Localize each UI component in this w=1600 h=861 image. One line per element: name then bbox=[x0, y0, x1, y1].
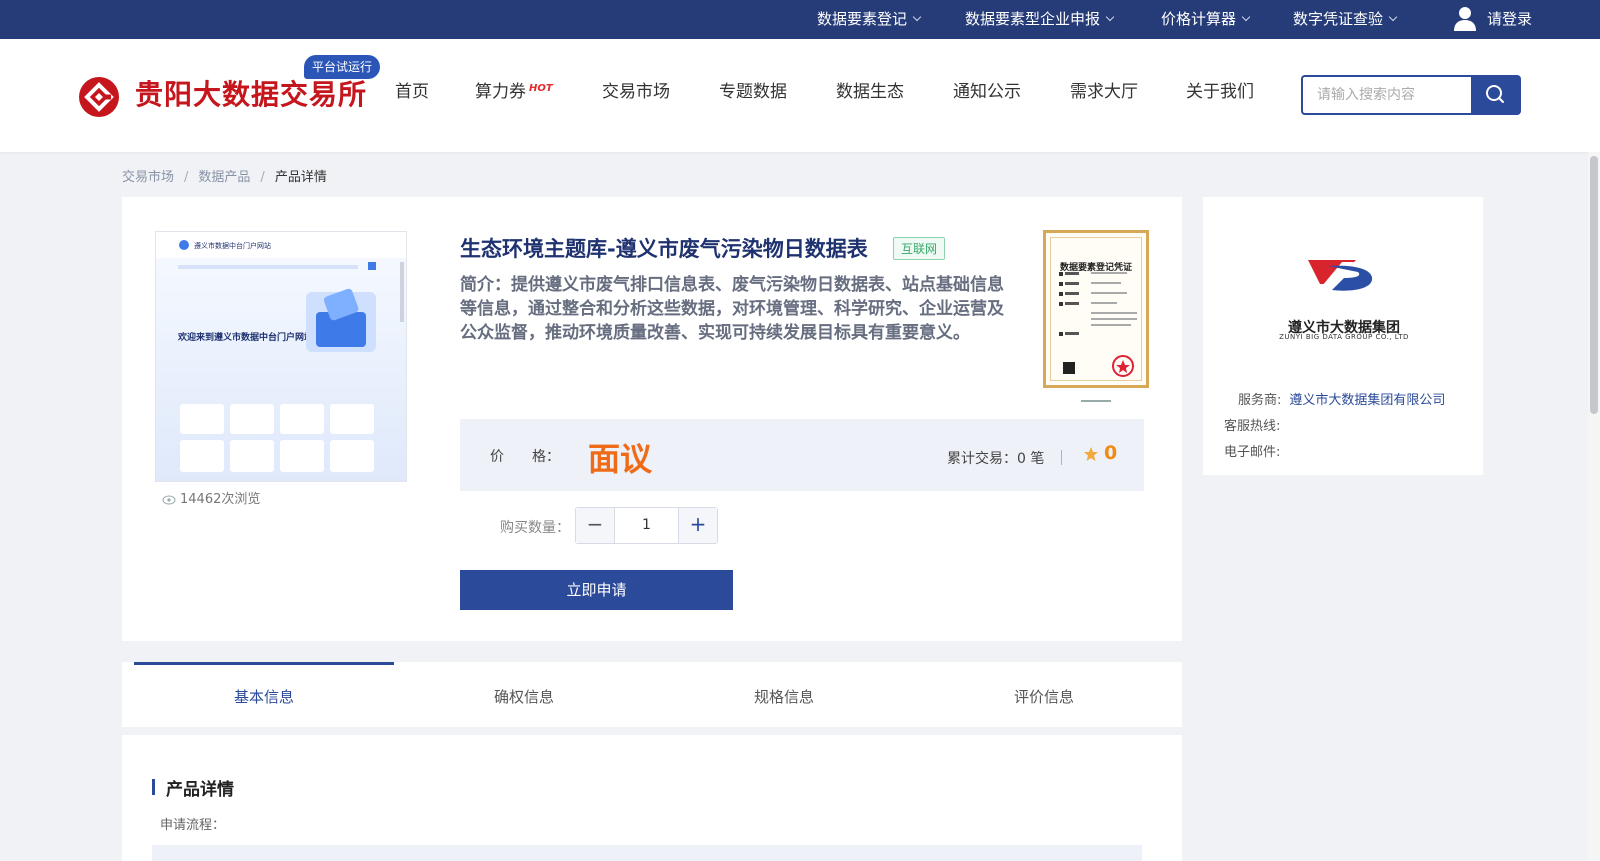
apply-button[interactable]: 立即申请 bbox=[460, 570, 733, 610]
divider bbox=[1061, 450, 1062, 465]
tab-review-info[interactable]: 评价信息 bbox=[914, 662, 1174, 727]
apply-flow-label: 申请流程： bbox=[160, 818, 226, 833]
email-label: 电子邮件: bbox=[1224, 445, 1281, 460]
breadcrumb-data-products[interactable]: 数据产品 bbox=[198, 170, 250, 185]
star-icon bbox=[1084, 447, 1098, 461]
hot-badge: HOT bbox=[529, 83, 553, 94]
chevron-down-icon bbox=[1241, 12, 1251, 22]
search-icon bbox=[1486, 85, 1504, 103]
chevron-down-icon bbox=[1388, 12, 1398, 22]
certificate-title: 数据要素登记凭证 bbox=[1059, 263, 1132, 273]
breadcrumb: 交易市场 / 数据产品 / 产品详情 bbox=[122, 170, 327, 185]
quantity-value[interactable]: 1 bbox=[616, 508, 677, 543]
apply-flow-panel bbox=[152, 845, 1142, 861]
rating-value: 0 bbox=[1104, 442, 1118, 464]
nav-topic-data[interactable]: 专题数据 bbox=[719, 77, 787, 102]
service-provider-row: 服务商: 遵义市大数据集团有限公司 bbox=[1238, 393, 1446, 408]
product-intro: 简介：提供遵义市废气排口信息表、废气污染物日数据表、站点基础信息等信息，通过整合… bbox=[460, 275, 1004, 343]
search-button[interactable] bbox=[1471, 75, 1521, 115]
product-preview-image: 遵义市数据中台门户网站 欢迎来到遵义市数据中台门户网站 bbox=[156, 232, 406, 472]
category-tag: 互联网 bbox=[893, 237, 946, 260]
nav-ecosystem[interactable]: 数据生态 bbox=[836, 77, 904, 102]
tab-spec-info[interactable]: 规格信息 bbox=[654, 662, 914, 727]
quantity-stepper[interactable]: − 1 + bbox=[575, 507, 718, 544]
trade-count: 累计交易：0 笔 bbox=[947, 451, 1045, 467]
preview-banner-text: 欢迎来到遵义市数据中台门户网站 bbox=[177, 331, 313, 343]
trial-badge: 平台试运行 bbox=[304, 55, 381, 79]
preview-header-text: 遵义市数据中台门户网站 bbox=[194, 241, 271, 250]
site-header: 贵阳大数据交易所 平台试运行 首页 算力券 HOT 交易市场 专题数据 数据生态 … bbox=[0, 39, 1600, 152]
nav-about[interactable]: 关于我们 bbox=[1186, 77, 1254, 102]
search-input[interactable] bbox=[1301, 75, 1471, 115]
top-bar: 数据要素登记 数据要素型企业申报 价格计算器 数字凭证查验 请登录 bbox=[0, 0, 1600, 39]
exchange-logo-icon[interactable] bbox=[78, 76, 120, 118]
product-thumbnail[interactable]: 遵义市数据中台门户网站 欢迎来到遵义市数据中台门户网站 bbox=[155, 231, 407, 482]
topbar-price-calculator[interactable]: 价格计算器 bbox=[1161, 0, 1251, 39]
hotline-label: 客服热线: bbox=[1224, 419, 1281, 434]
tab-ownership-info[interactable]: 确权信息 bbox=[394, 662, 654, 727]
product-detail-section bbox=[122, 735, 1182, 861]
quantity-label: 购买数量： bbox=[500, 520, 570, 536]
topbar-enterprise-declare[interactable]: 数据要素型企业申报 bbox=[965, 0, 1115, 39]
breadcrumb-current: 产品详情 bbox=[274, 170, 327, 185]
page-scrollbar[interactable] bbox=[1588, 152, 1600, 861]
chevron-down-icon bbox=[912, 12, 922, 22]
price-value: 面议 bbox=[588, 440, 653, 478]
breadcrumb-market[interactable]: 交易市场 bbox=[122, 170, 174, 185]
login-link[interactable]: 请登录 bbox=[1487, 0, 1532, 39]
user-icon[interactable] bbox=[1453, 6, 1477, 32]
detail-title: 产品详情 bbox=[166, 780, 234, 800]
provider-logo-english: ZUNYI BIG DATA GROUP CO., LTD bbox=[1279, 333, 1409, 341]
nav-home[interactable]: 首页 bbox=[395, 77, 429, 102]
increase-button[interactable]: + bbox=[678, 508, 717, 543]
product-title: 生态环境主题库-遵义市废气污染物日数据表 bbox=[460, 237, 868, 261]
scrollbar-thumb[interactable] bbox=[1590, 156, 1598, 414]
nav-market[interactable]: 交易市场 bbox=[602, 77, 670, 102]
eye-icon bbox=[162, 495, 176, 504]
section-marker bbox=[152, 779, 155, 795]
decrease-button[interactable]: − bbox=[576, 508, 615, 543]
registration-certificate[interactable]: 数据要素登记凭证 bbox=[1043, 230, 1149, 388]
certificate-indicator[interactable] bbox=[1081, 400, 1111, 402]
view-count: 14462次浏览 bbox=[162, 488, 260, 507]
service-provider-link[interactable]: 遵义市大数据集团有限公司 bbox=[1289, 393, 1445, 408]
topbar-data-registration[interactable]: 数据要素登记 bbox=[817, 0, 922, 39]
detail-tabs: 基本信息 确权信息 规格信息 评价信息 bbox=[122, 662, 1182, 727]
nav-notices[interactable]: 通知公示 bbox=[953, 77, 1021, 102]
tab-basic-info[interactable]: 基本信息 bbox=[134, 662, 394, 727]
chevron-down-icon bbox=[1105, 12, 1115, 22]
nav-demand-hall[interactable]: 需求大厅 bbox=[1070, 77, 1138, 102]
price-label: 价 格： bbox=[490, 449, 560, 465]
nav-compute-voucher[interactable]: 算力券 HOT bbox=[475, 77, 553, 102]
topbar-voucher-check[interactable]: 数字凭证查验 bbox=[1293, 0, 1398, 39]
site-name[interactable]: 贵阳大数据交易所 bbox=[135, 73, 367, 113]
